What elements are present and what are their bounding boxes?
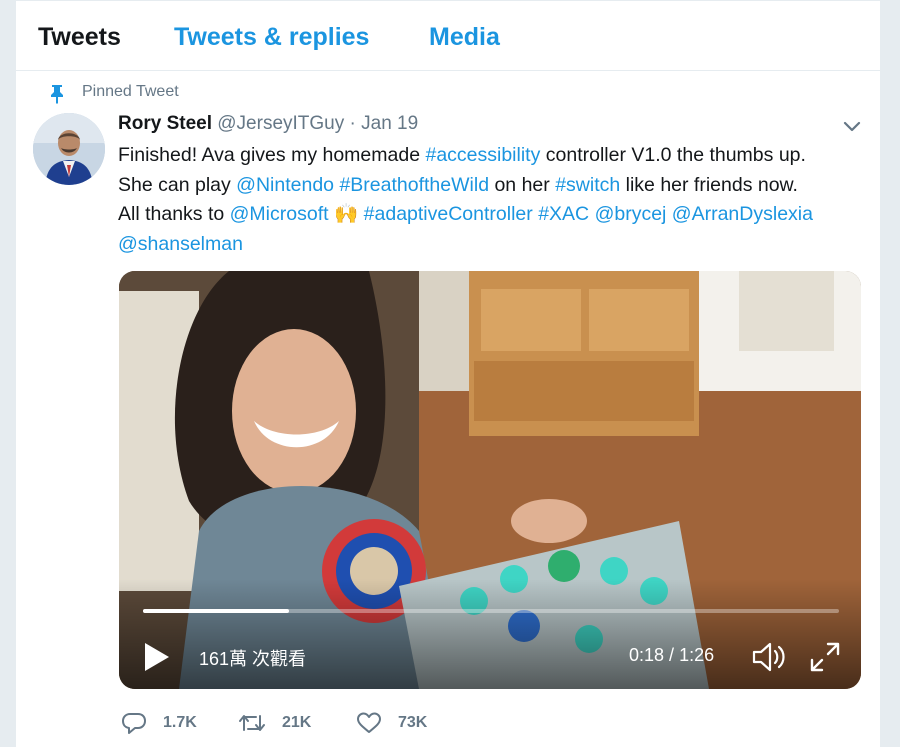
video-controls-overlay <box>119 579 861 689</box>
video-progress-fill <box>143 609 290 613</box>
play-icon[interactable] <box>143 641 171 673</box>
like-count: 73K <box>398 714 428 731</box>
tab-tweets[interactable]: Tweets <box>38 23 121 52</box>
time-separator: / <box>664 645 680 665</box>
like-button[interactable]: 73K <box>356 711 427 735</box>
tweet-date[interactable]: Jan 19 <box>361 113 418 134</box>
profile-timeline: Tweets Tweets & replies Media Pinned Twe… <box>16 0 880 747</box>
text-segment: like her friends now. <box>620 173 798 196</box>
reply-button[interactable]: 1.7K <box>121 711 197 735</box>
current-time: 0:18 <box>629 645 665 665</box>
profile-tabs: Tweets Tweets & replies Media <box>16 1 880 71</box>
text-segment: She can play <box>118 173 237 196</box>
hashtag-accessibility[interactable]: #accessibility <box>425 144 540 166</box>
volume-icon[interactable] <box>751 641 789 673</box>
author-name[interactable]: Rory Steel <box>118 113 212 134</box>
reply-icon <box>122 713 146 734</box>
caret-down-icon[interactable] <box>841 117 863 135</box>
like-icon <box>357 712 381 733</box>
retweet-button[interactable]: 21K <box>238 711 311 735</box>
mention-shanselman[interactable]: @shanselman <box>118 233 243 255</box>
tweet-text-line-4: @shanselman <box>118 230 868 260</box>
hashtag-switch[interactable]: #switch <box>555 174 620 196</box>
hashtag-xac[interactable]: #XAC <box>538 203 589 225</box>
video-progress-bar[interactable] <box>143 609 839 613</box>
mention-brycej[interactable]: @brycej <box>595 203 667 225</box>
avatar[interactable] <box>33 113 105 185</box>
view-count: 161萬 次觀看 <box>199 649 307 669</box>
pin-icon <box>51 85 63 104</box>
page-background-strip <box>880 0 900 747</box>
mention-microsoft[interactable]: @Microsoft <box>230 203 329 225</box>
reply-count: 1.7K <box>163 714 197 731</box>
retweet-count: 21K <box>282 714 312 731</box>
hashtag-breathofthewild[interactable]: #BreathoftheWild <box>339 174 489 196</box>
mention-arrandyslexia[interactable]: @ArranDyslexia <box>672 203 813 225</box>
mention-nintendo[interactable]: @Nintendo <box>236 174 334 196</box>
raised-hands-emoji: 🙌 <box>333 203 359 225</box>
author-handle[interactable]: @JerseyITGuy <box>217 113 344 134</box>
text-segment: Finished! Ava gives my homemade <box>118 144 426 166</box>
tweet-text-line-2: She can play @Nintendo #BreathoftheWild … <box>118 171 868 201</box>
video-timecode: 0:18 / 1:26 <box>629 645 714 666</box>
text-segment: on her <box>489 173 556 196</box>
pinned-tweet-text: Pinned Tweet <box>82 83 179 100</box>
text-segment: controller V1.0 the thumbs up. <box>540 144 806 166</box>
tweet-header: Rory Steel @JerseyITGuy · Jan 19 <box>118 113 418 135</box>
tweet-text-line-1: Finished! Ava gives my homemade #accessi… <box>118 141 868 171</box>
pinned-tweet-label: Pinned Tweet <box>51 83 179 104</box>
avatar-image <box>33 113 105 185</box>
tab-media[interactable]: Media <box>429 23 500 52</box>
retweet-icon <box>239 715 265 731</box>
text-segment: All thanks to <box>118 203 230 225</box>
tab-tweets-and-replies[interactable]: Tweets & replies <box>174 23 369 52</box>
video-player[interactable]: 161萬 次觀看 0:18 / 1:26 <box>119 271 861 689</box>
hashtag-adaptivecontroller[interactable]: #adaptiveController <box>364 203 533 225</box>
fullscreen-icon[interactable] <box>809 641 841 673</box>
tweet-text: Finished! Ava gives my homemade #accessi… <box>118 141 868 259</box>
tweet-text-line-3: All thanks to @Microsoft 🙌 #adaptiveCont… <box>118 200 868 230</box>
header-separator: · <box>349 113 356 134</box>
duration: 1:26 <box>679 645 715 665</box>
